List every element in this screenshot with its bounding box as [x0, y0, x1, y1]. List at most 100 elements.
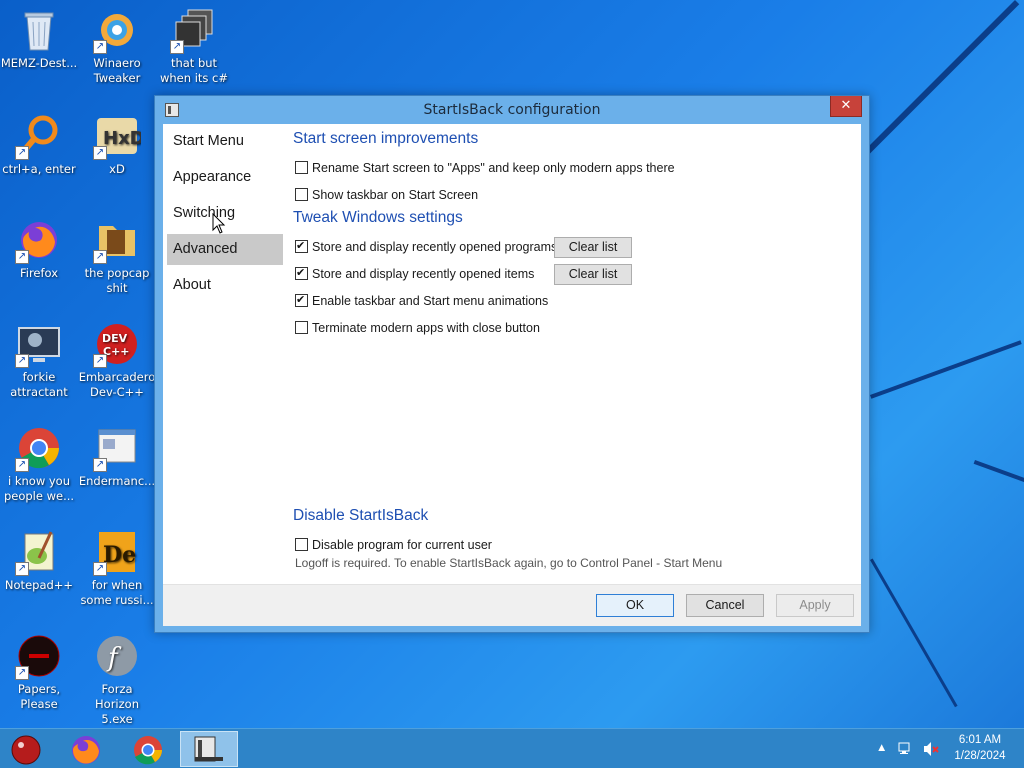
checkbox[interactable]: [295, 321, 308, 334]
desktop-icon-label: i know you people we...: [3, 474, 75, 503]
desktop-icon-de[interactable]: De ↗ for when some russi...: [78, 528, 156, 608]
desktop-icon-forza[interactable]: f Forza Horizon 5.exe: [78, 632, 156, 727]
shortcut-arrow-icon: ↗: [93, 40, 107, 54]
nav-item-about[interactable]: About: [167, 270, 283, 301]
desktop-icon-popcap[interactable]: ↗ the popcap shit: [78, 216, 156, 296]
option-show-taskbar-start-screen[interactable]: Show taskbar on Start Screen: [295, 188, 478, 204]
shortcut-arrow-icon: ↗: [93, 562, 107, 576]
clear-list-items-button[interactable]: Clear list: [554, 264, 632, 285]
desktop-icon-chrome[interactable]: ↗ i know you people we...: [0, 424, 78, 504]
devcpp-icon: DEV C++ ↗: [93, 320, 141, 368]
section-heading-start-screen: Start screen improvements: [293, 130, 479, 147]
network-icon[interactable]: [898, 741, 914, 761]
shortcut-arrow-icon: ↗: [15, 458, 29, 472]
desktop-icon-label: that but when its c#: [159, 56, 229, 85]
volume-muted-icon[interactable]: [922, 741, 940, 761]
nav-item-start-menu[interactable]: Start Menu: [167, 126, 283, 157]
desktop-icon-ctrl-a[interactable]: ↗ ctrl+a, enter: [0, 112, 78, 177]
close-button[interactable]: ✕: [830, 96, 862, 117]
svg-text:DEV: DEV: [102, 332, 128, 345]
desktop-icon-label: Firefox: [19, 266, 59, 280]
desktop-icon-label: Winaero Tweaker: [93, 56, 141, 85]
desktop-icon-xd[interactable]: HxD ↗ xD: [78, 112, 156, 177]
desktop-icon-forkie[interactable]: ↗ forkie attractant: [0, 320, 78, 400]
desktop-line: [870, 340, 1022, 399]
svg-text:HxD: HxD: [103, 128, 141, 149]
option-disable-program[interactable]: Disable program for current user: [295, 538, 492, 554]
option-animations[interactable]: Enable taskbar and Start menu animations: [295, 293, 549, 310]
ok-button[interactable]: OK: [596, 594, 674, 617]
notepadpp-icon: ↗: [15, 528, 63, 576]
title-bar[interactable]: StartIsBack configuration ✕: [155, 96, 869, 124]
desktop-line: [870, 558, 958, 708]
startisback-config-window: StartIsBack configuration ✕ Start Menu A…: [154, 95, 870, 633]
desktop-icon-endermanch[interactable]: ↗ Endermanc...: [78, 424, 156, 489]
mouse-cursor-icon: [212, 212, 226, 239]
option-label: Show taskbar on Start Screen: [312, 188, 479, 202]
option-recent-programs[interactable]: Store and display recently opened progra…: [295, 239, 558, 256]
desktop-icon-label: the popcap shit: [84, 266, 150, 295]
shortcut-arrow-icon: ↗: [93, 250, 107, 264]
shortcut-arrow-icon: ↗: [170, 40, 184, 54]
desktop-icon-label: Papers, Please: [17, 682, 61, 711]
start-orb-button[interactable]: [0, 731, 56, 767]
desktop-line: [973, 460, 1024, 485]
clock-time[interactable]: 6:01 AM: [944, 734, 1016, 746]
taskbar-chrome-button[interactable]: [120, 731, 176, 767]
option-terminate-modern-apps[interactable]: Terminate modern apps with close button: [295, 321, 540, 337]
desktop-icon-memz[interactable]: MEMZ-Dest...: [0, 6, 78, 71]
nav-item-appearance[interactable]: Appearance: [167, 162, 283, 193]
monitor-gear-icon: ↗: [15, 320, 63, 368]
option-label: Enable taskbar and Start menu animations: [312, 294, 549, 308]
option-label: Store and display recently opened progra…: [312, 240, 558, 254]
taskbar-startisback-button[interactable]: [180, 731, 238, 767]
desktop-icon-label: for when some russi...: [80, 578, 154, 607]
desktop-icon-label: Forza Horizon 5.exe: [95, 682, 139, 726]
chrome-icon: ↗: [15, 424, 63, 472]
shortcut-arrow-icon: ↗: [15, 666, 29, 680]
desktop-icon-papers-please[interactable]: ↗ Papers, Please: [0, 632, 78, 712]
show-hidden-icons-chevron-icon[interactable]: ▲: [876, 742, 887, 754]
shortcut-arrow-icon: ↗: [15, 250, 29, 264]
checkbox[interactable]: [295, 239, 308, 253]
checkbox[interactable]: [295, 188, 308, 201]
desktop-icon-winaero[interactable]: ↗ Winaero Tweaker: [78, 6, 156, 86]
folder-icon: ↗: [93, 216, 141, 264]
section-heading-tweak: Tweak Windows settings: [293, 209, 463, 226]
clear-list-programs-button[interactable]: Clear list: [554, 237, 632, 258]
de-icon: De ↗: [93, 528, 141, 576]
option-label: Disable program for current user: [312, 538, 492, 552]
settings-nav: Start Menu Appearance Switching Advanced…: [163, 124, 293, 584]
desktop-icon-that-but-when[interactable]: ↗ that but when its c#: [155, 6, 233, 86]
option-label: Store and display recently opened items: [312, 267, 535, 281]
shortcut-arrow-icon: ↗: [93, 354, 107, 368]
clock-date[interactable]: 1/28/2024: [944, 750, 1016, 762]
shortcut-arrow-icon: ↗: [15, 146, 29, 160]
option-label: Terminate modern apps with close button: [312, 321, 540, 335]
taskbar-firefox-button[interactable]: [58, 731, 114, 767]
window-app-icon: ↗: [93, 424, 141, 472]
option-recent-items[interactable]: Store and display recently opened items: [295, 266, 535, 283]
checkbox[interactable]: [295, 293, 308, 307]
option-rename-start-screen[interactable]: Rename Start screen to "Apps" and keep o…: [295, 161, 675, 177]
apply-button[interactable]: Apply: [776, 594, 854, 617]
stacked-windows-icon: ↗: [170, 6, 218, 54]
taskbar: ▲ 6:01 AM 1/28/2024: [0, 728, 1024, 768]
desktop-icon-devcpp[interactable]: DEV C++ ↗ Embarcadero Dev-C++: [78, 320, 156, 400]
checkbox[interactable]: [295, 266, 308, 280]
desktop-icon-firefox[interactable]: ↗ Firefox: [0, 216, 78, 281]
desktop-icon-notepadpp[interactable]: ↗ Notepad++: [0, 528, 78, 593]
cancel-button[interactable]: Cancel: [686, 594, 764, 617]
firefox-icon: [72, 736, 100, 764]
desktop-icon-label: xD: [109, 162, 125, 176]
dialog-footer: OK Cancel Apply: [163, 584, 861, 626]
checkbox[interactable]: [295, 538, 308, 551]
desktop-icon-label: Notepad++: [4, 578, 74, 592]
desktop-icon-label: Endermanc...: [78, 474, 156, 488]
desktop-icon-label: ctrl+a, enter: [2, 162, 76, 176]
recycle-bin-icon: [15, 6, 63, 54]
svg-text:De: De: [103, 542, 136, 568]
startisback-config-icon: [194, 736, 223, 762]
firefox-icon: ↗: [15, 216, 63, 264]
checkbox[interactable]: [295, 161, 308, 174]
